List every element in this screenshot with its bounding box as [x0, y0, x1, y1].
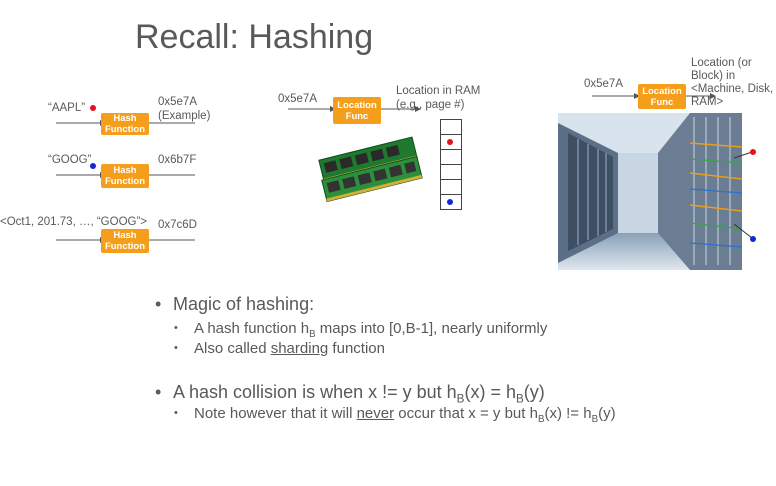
- bullet-text: (x) != h: [544, 405, 592, 422]
- bullet-text: A hash function h: [194, 320, 310, 337]
- ram-sticks-image: [318, 136, 423, 203]
- page-title: Recall: Hashing: [135, 18, 374, 56]
- hash-input-2: “GOOG”: [48, 154, 92, 166]
- memory-cell: [441, 120, 461, 135]
- bullet-icon: •: [174, 407, 178, 419]
- memory-cell: [441, 180, 461, 195]
- sub-bullet-item: • Also called sharding function: [174, 340, 385, 357]
- memory-cell: [441, 150, 461, 165]
- datacenter-location-label: Location (or Block) in <Machine, Disk, R…: [691, 57, 774, 108]
- ram-location-label: Location in RAM (e.g., page #): [396, 85, 481, 111]
- bullet-item: • A hash collision is when x != y but h B(…: [155, 382, 545, 406]
- bullet-text: function: [328, 340, 385, 357]
- hash-function-label: Hash Function: [104, 113, 146, 135]
- bullet-text: (y): [598, 405, 616, 422]
- sub-bullet-item: • Note however that it will never occur t…: [174, 405, 616, 425]
- memory-cell-column: [440, 119, 462, 210]
- bullet-text: Also called: [194, 340, 271, 357]
- red-dot: [447, 139, 453, 145]
- memory-cell: [441, 165, 461, 180]
- underlined-term: never: [356, 405, 395, 422]
- bullet-text: Magic of hashing:: [173, 294, 315, 314]
- hash-function-label: Hash Function: [104, 165, 146, 187]
- hash-function-box-1: Hash Function: [101, 113, 149, 135]
- bullet-icon: •: [155, 382, 162, 402]
- bullet-icon: •: [155, 294, 162, 314]
- blue-dot: [447, 199, 453, 205]
- bullet-text: A hash collision is when x != y but h: [173, 382, 457, 402]
- memory-cell: [441, 195, 461, 209]
- hash-output-1: 0x5e7A: [158, 96, 198, 108]
- bullet-text: (y): [523, 382, 545, 402]
- arrow-icon: [56, 237, 106, 243]
- red-dot: [750, 149, 756, 155]
- hash-function-box-2: Hash Function: [101, 164, 149, 188]
- arrow-icon: [56, 172, 106, 178]
- hash-output-2: 0x6b7F: [158, 154, 197, 166]
- sub-bullet-item: • A hash function hB maps into [0,B-1], n…: [174, 320, 547, 340]
- red-dot: [90, 105, 96, 111]
- pointer-lines: [734, 151, 753, 239]
- location-func-label: Location Func: [642, 85, 682, 108]
- bullet-text: (x) = h: [464, 382, 516, 402]
- blue-dot: [90, 163, 96, 169]
- arrow-icon: [56, 120, 106, 126]
- hash-function-box-3: Hash Function: [101, 229, 149, 253]
- underlined-term: sharding: [270, 340, 329, 357]
- blue-dot: [750, 236, 756, 242]
- arrow-icon: [288, 106, 336, 112]
- memory-cell: [441, 135, 461, 150]
- bullet-item: • Magic of hashing:: [155, 294, 314, 315]
- arrow-icon: [592, 93, 640, 99]
- location-func-label: Location Func: [337, 99, 377, 122]
- hash-output-3: 0x7c6D: [158, 219, 197, 231]
- hash-function-label: Hash Function: [104, 230, 146, 252]
- bullet-icon: •: [174, 322, 178, 334]
- location-func-box: Location Func: [333, 97, 381, 124]
- arrow-icon: [149, 174, 195, 176]
- hash-output-note: (Example): [158, 110, 211, 122]
- bullet-text: Note however that it will: [194, 405, 357, 422]
- datacenter-racks-image: [558, 113, 742, 270]
- hash-input-1: “AAPL”: [48, 102, 86, 114]
- arrow-icon: [149, 239, 195, 241]
- hash-input-3: <Oct1, 201.73, …, “GOOG”>: [0, 216, 148, 228]
- bullet-text: maps into [0,B-1], nearly uniformly: [315, 320, 548, 337]
- datacenter-input: 0x5e7A: [584, 78, 624, 90]
- bullet-icon: •: [174, 342, 178, 354]
- bullet-text: occur that x = y but h: [394, 405, 538, 422]
- subscript: B: [515, 392, 524, 406]
- location-func-box: Location Func: [638, 84, 686, 109]
